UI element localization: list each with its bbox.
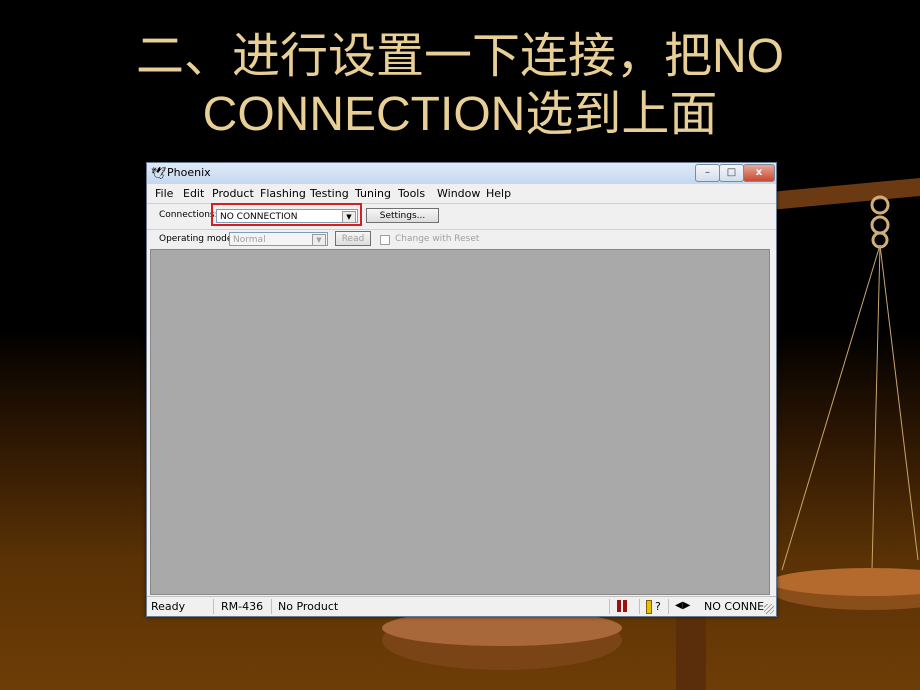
menu-tools[interactable]: Tools: [398, 187, 425, 200]
connection-highlight-box: [211, 203, 362, 226]
menu-bar: File Edit Product Flashing Testing Tunin…: [147, 185, 776, 202]
maximize-button[interactable]: □: [719, 164, 744, 182]
menu-tuning[interactable]: Tuning: [355, 187, 391, 200]
status-divider: [213, 599, 214, 614]
phoenix-window: 🕊 Phoenix – □ x File Edit Product Flashi…: [146, 162, 777, 617]
status-divider: [271, 599, 272, 614]
help-icon[interactable]: ?: [655, 600, 661, 613]
operating-mode-toolbar: Operating mode: Normal ▼ Read Change wit…: [147, 229, 776, 249]
status-product: No Product: [278, 600, 339, 613]
change-with-reset-checkbox[interactable]: [380, 235, 390, 245]
app-icon: 🕊: [151, 166, 167, 180]
stop-icon: [617, 600, 621, 612]
menu-testing[interactable]: Testing: [310, 187, 349, 200]
slide-title-line1: 二、进行设置一下连接，把NO: [135, 30, 784, 83]
indicator-icon: [646, 600, 652, 614]
status-divider: [668, 599, 669, 614]
status-model: RM-436: [221, 600, 264, 613]
status-connection: NO CONNE: [704, 600, 765, 613]
plug-icon: ◀▶: [675, 600, 691, 611]
status-divider: [609, 599, 610, 614]
chevron-down-icon[interactable]: ▼: [312, 234, 326, 246]
window-title: Phoenix: [167, 166, 211, 179]
menu-window[interactable]: Window: [437, 187, 480, 200]
minimize-button[interactable]: –: [695, 164, 720, 182]
change-with-reset-label: Change with Reset: [395, 234, 480, 244]
resize-grip[interactable]: [764, 604, 774, 614]
menu-flashing[interactable]: Flashing: [260, 187, 306, 200]
settings-button[interactable]: Settings...: [366, 208, 439, 223]
window-titlebar[interactable]: 🕊 Phoenix – □ x: [147, 163, 776, 184]
mdi-workspace: [150, 249, 770, 595]
menu-file[interactable]: File: [155, 187, 173, 200]
status-divider: [639, 599, 640, 614]
status-bar: Ready RM-436 No Product ? ◀▶ NO CONNE: [147, 596, 776, 616]
read-button[interactable]: Read: [335, 231, 371, 246]
menu-edit[interactable]: Edit: [183, 187, 204, 200]
menu-help[interactable]: Help: [486, 187, 511, 200]
status-state: Ready: [151, 600, 186, 613]
slide-title: 二、进行设置一下连接，把NO CONNECTION选到上面: [0, 28, 920, 144]
operating-mode-label: Operating mode:: [159, 234, 236, 244]
menu-product[interactable]: Product: [212, 187, 254, 200]
close-button[interactable]: x: [743, 164, 775, 182]
slide-title-line2: CONNECTION选到上面: [202, 88, 718, 141]
connections-label: Connections:: [159, 210, 218, 220]
operating-mode-select[interactable]: Normal ▼: [229, 232, 328, 246]
operating-mode-value: Normal: [233, 235, 266, 245]
stop-icon: [623, 600, 627, 612]
